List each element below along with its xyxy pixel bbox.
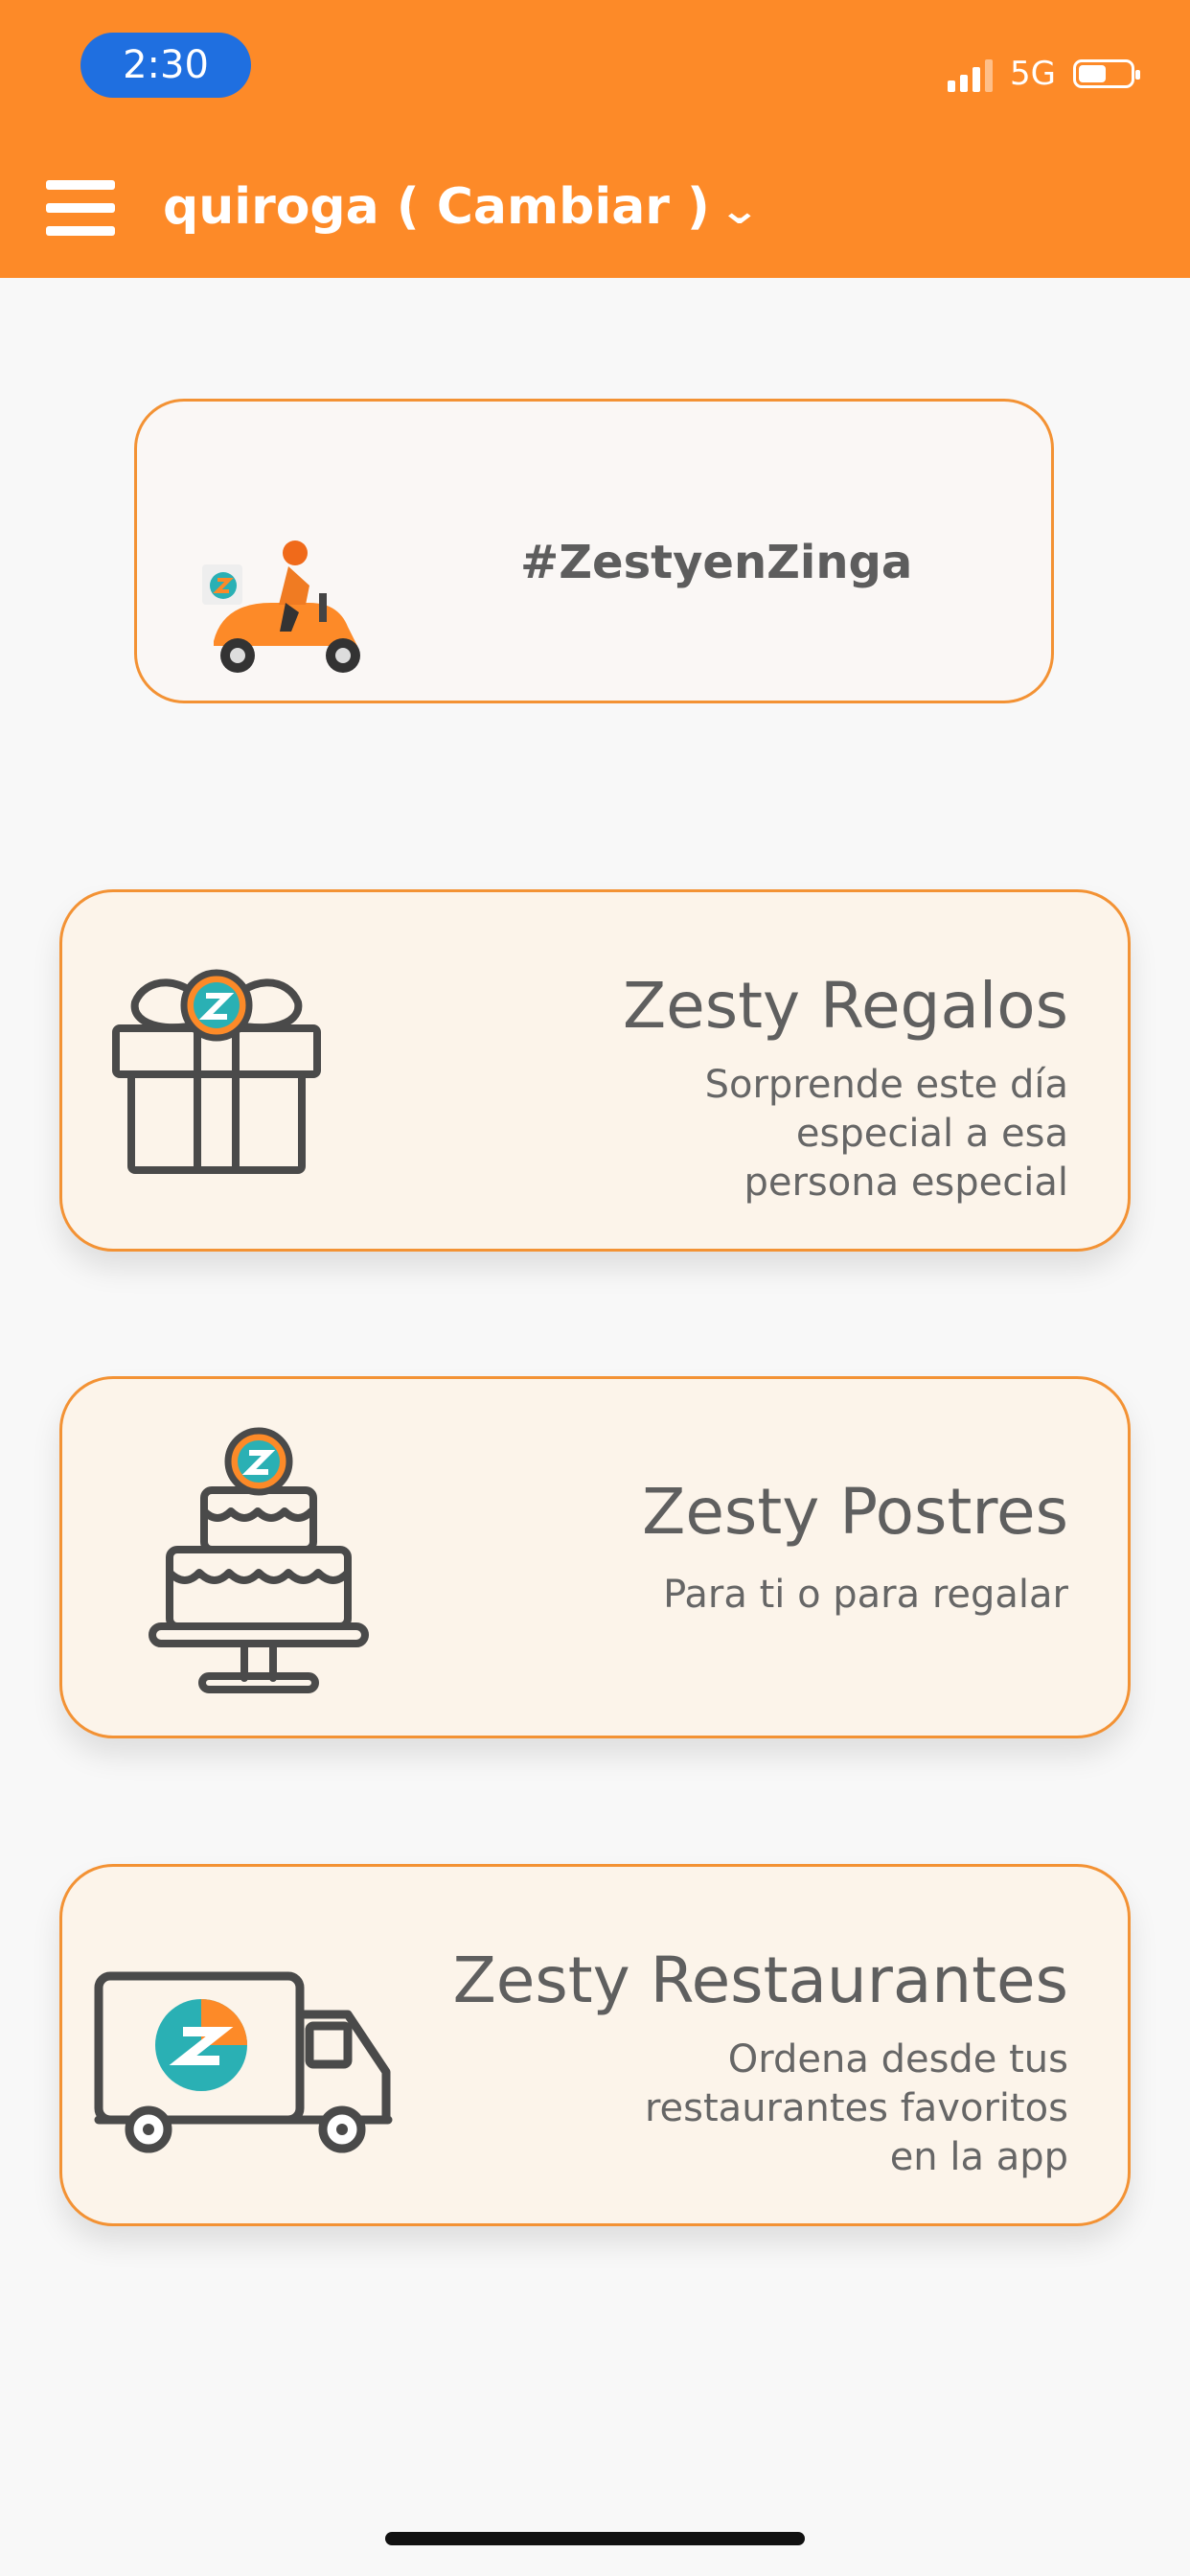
card-title: Zesty Postres (642, 1475, 1068, 1549)
cake-icon (149, 1427, 369, 1693)
gift-icon (112, 969, 321, 1174)
scooter-icon (202, 540, 360, 673)
card-zesty-restaurantes[interactable]: Zesty Restaurantes Ordena desde tus rest… (59, 1864, 1131, 2226)
card-zesty-regalos[interactable]: Zesty Regalos Sorprende este día especia… (59, 889, 1131, 1252)
promo-banner[interactable]: #ZestyenZinga (134, 399, 1054, 703)
card-title: Zesty Restaurantes (452, 1944, 1068, 2017)
truck-icon (94, 1971, 393, 2153)
location-selector[interactable]: quiroga ( Cambiar ) ⌄ (163, 172, 760, 242)
location-label: quiroga ( Cambiar ) (163, 178, 710, 236)
card-description: Ordena desde tus restaurantes favoritos … (644, 2037, 1068, 2179)
home-indicator[interactable] (385, 2532, 805, 2545)
promo-hashtag: #ZestyenZinga (520, 536, 913, 589)
chevron-down-icon: ⌄ (718, 189, 761, 233)
battery-icon (1073, 59, 1140, 88)
card-zesty-postres[interactable]: Zesty Postres Para ti o para regalar (59, 1376, 1131, 1738)
app-header: 2:30 5G quiroga ( Cambiar ) ⌄ (0, 0, 1190, 278)
status-time: 2:30 (80, 33, 251, 98)
signal-icon (948, 56, 994, 92)
network-label: 5G (1010, 55, 1056, 93)
card-description: Para ti o para regalar (663, 1573, 1068, 1617)
status-indicators: 5G (948, 50, 1140, 98)
card-title: Zesty Regalos (622, 969, 1068, 1043)
menu-icon[interactable] (46, 180, 115, 236)
card-description: Sorprende este día especial a esa person… (704, 1063, 1068, 1205)
